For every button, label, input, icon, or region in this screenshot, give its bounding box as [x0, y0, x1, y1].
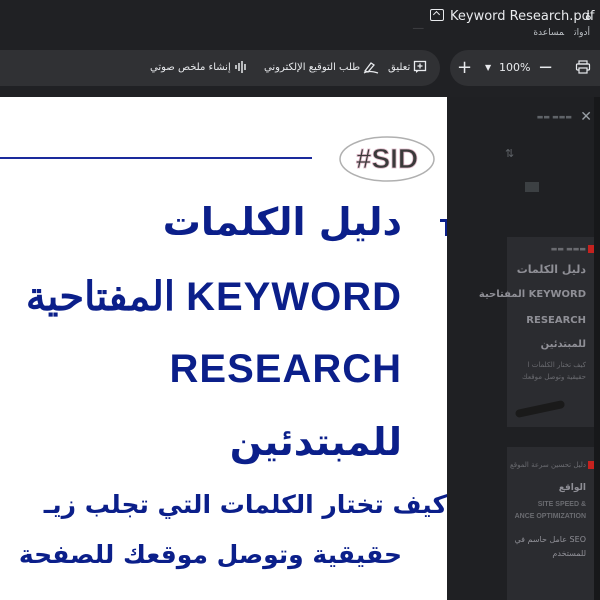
sidebar-header: ✕ ▬▬ ▬▬▬: [447, 109, 600, 125]
pen-graphic: [514, 399, 566, 419]
thumbnail-page-2[interactable]: دليل تحسين سرعة الموقع الواقع SITE SPEED…: [507, 447, 600, 600]
thumb2-sub-1: عامل حاسم في SEO: [514, 535, 586, 544]
document-title-text: Keyword Research.pdf: [450, 9, 595, 24]
document-title: Keyword Research.pdf: [430, 9, 595, 24]
doc-title-line-4: للمبتدئين: [229, 420, 402, 464]
doc-subtitle-line-1: كيف تختار الكلمات التي تجلب زيـ: [43, 490, 447, 519]
sort-icon[interactable]: ⇅: [505, 147, 514, 160]
doc-title-line-1: دليل الكلمات: [162, 200, 402, 244]
pdf-page: #SID دليل الكلمات المفتاحية KEYWORD RESE…: [0, 97, 447, 600]
thumb2-line-2: SITE SPEED &: [537, 501, 586, 508]
doc-subtitle-line-2: حقيقية وتوصل موقعك للصفحة: [18, 540, 402, 569]
title-bar: ـــ Keyword Research.pdf ة أدوات مساعدة: [0, 0, 600, 44]
thumb1-line-1: دليل الكلمات: [516, 263, 586, 276]
doc-title-line-3: RESEARCH: [169, 347, 402, 391]
add-comment-icon: [414, 60, 427, 73]
thumb1-line-4: للمبتدئين: [540, 339, 586, 350]
menu-bar: أدوات مساعدة: [523, 28, 590, 38]
zoom-in-icon[interactable]: +: [457, 50, 472, 86]
menu-tools[interactable]: أدوات: [574, 28, 590, 38]
comment-button[interactable]: تعليق: [388, 50, 427, 86]
zoom-out-icon[interactable]: −: [538, 50, 553, 86]
menu-help[interactable]: مساعدة: [533, 28, 564, 38]
page-edge-mark: [440, 219, 447, 236]
folder-icon[interactable]: [525, 182, 539, 192]
doc-title-line-2: المفتاحية KEYWORD: [25, 275, 402, 319]
chevron-down-icon[interactable]: ▼: [485, 50, 491, 86]
sid-logo: #SID: [339, 136, 435, 182]
voice-summary-button[interactable]: إنشاء ملخص صوتي: [150, 50, 248, 86]
close-icon[interactable]: ✕: [580, 109, 592, 125]
thumbnail-sidebar: ✕ ▬▬ ▬▬▬ ⇅ ▬▬ ▬▬▬ دليل الكلمات المفتاحية…: [447, 97, 600, 600]
thumbnail-page-1[interactable]: ▬▬ ▬▬▬ دليل الكلمات المفتاحية KEYWORD RE…: [479, 237, 600, 427]
title-fragment: ة: [585, 9, 592, 24]
thumb1-sub-1: كيف تختار الكلمات ا: [527, 361, 586, 369]
sidebar-scrollbar[interactable]: [594, 97, 600, 600]
thumb2-line-1: الواقع: [558, 483, 586, 493]
header-rule: [0, 157, 312, 159]
thumb1-sub-2: حقيقية وتوصل موقعك: [521, 373, 586, 381]
comment-label: تعليق: [388, 62, 411, 73]
signature-icon: [363, 62, 379, 74]
esign-button[interactable]: طلب التوقيع الإلكتروني: [264, 50, 379, 86]
thumb2-label: دليل تحسين سرعة الموقع: [510, 461, 586, 469]
thumb1-line-2: المفتاحية KEYWORD: [478, 289, 586, 300]
waveform-icon: [235, 61, 246, 73]
folder-icon[interactable]: [430, 9, 444, 21]
thumb2-line-3: ANCE OPTIMIZATION: [514, 513, 586, 520]
ghost-text: ـــ: [413, 18, 424, 32]
print-icon[interactable]: [575, 50, 591, 86]
thumb2-sub-2: للمستخدم: [552, 549, 586, 558]
toolbar: إنشاء ملخص صوتي طلب التوقيع الإلكتروني ت…: [0, 50, 600, 86]
thumb1-line-3: RESEARCH: [526, 315, 586, 326]
thumb1-header: ▬▬ ▬▬▬: [550, 245, 586, 253]
esign-label: طلب التوقيع الإلكتروني: [264, 62, 361, 73]
logo-text: #SID: [356, 143, 418, 174]
zoom-level[interactable]: 100%: [499, 50, 530, 86]
sidebar-header-text: ▬▬ ▬▬▬: [536, 113, 572, 121]
voice-summary-label: إنشاء ملخص صوتي: [150, 62, 231, 73]
